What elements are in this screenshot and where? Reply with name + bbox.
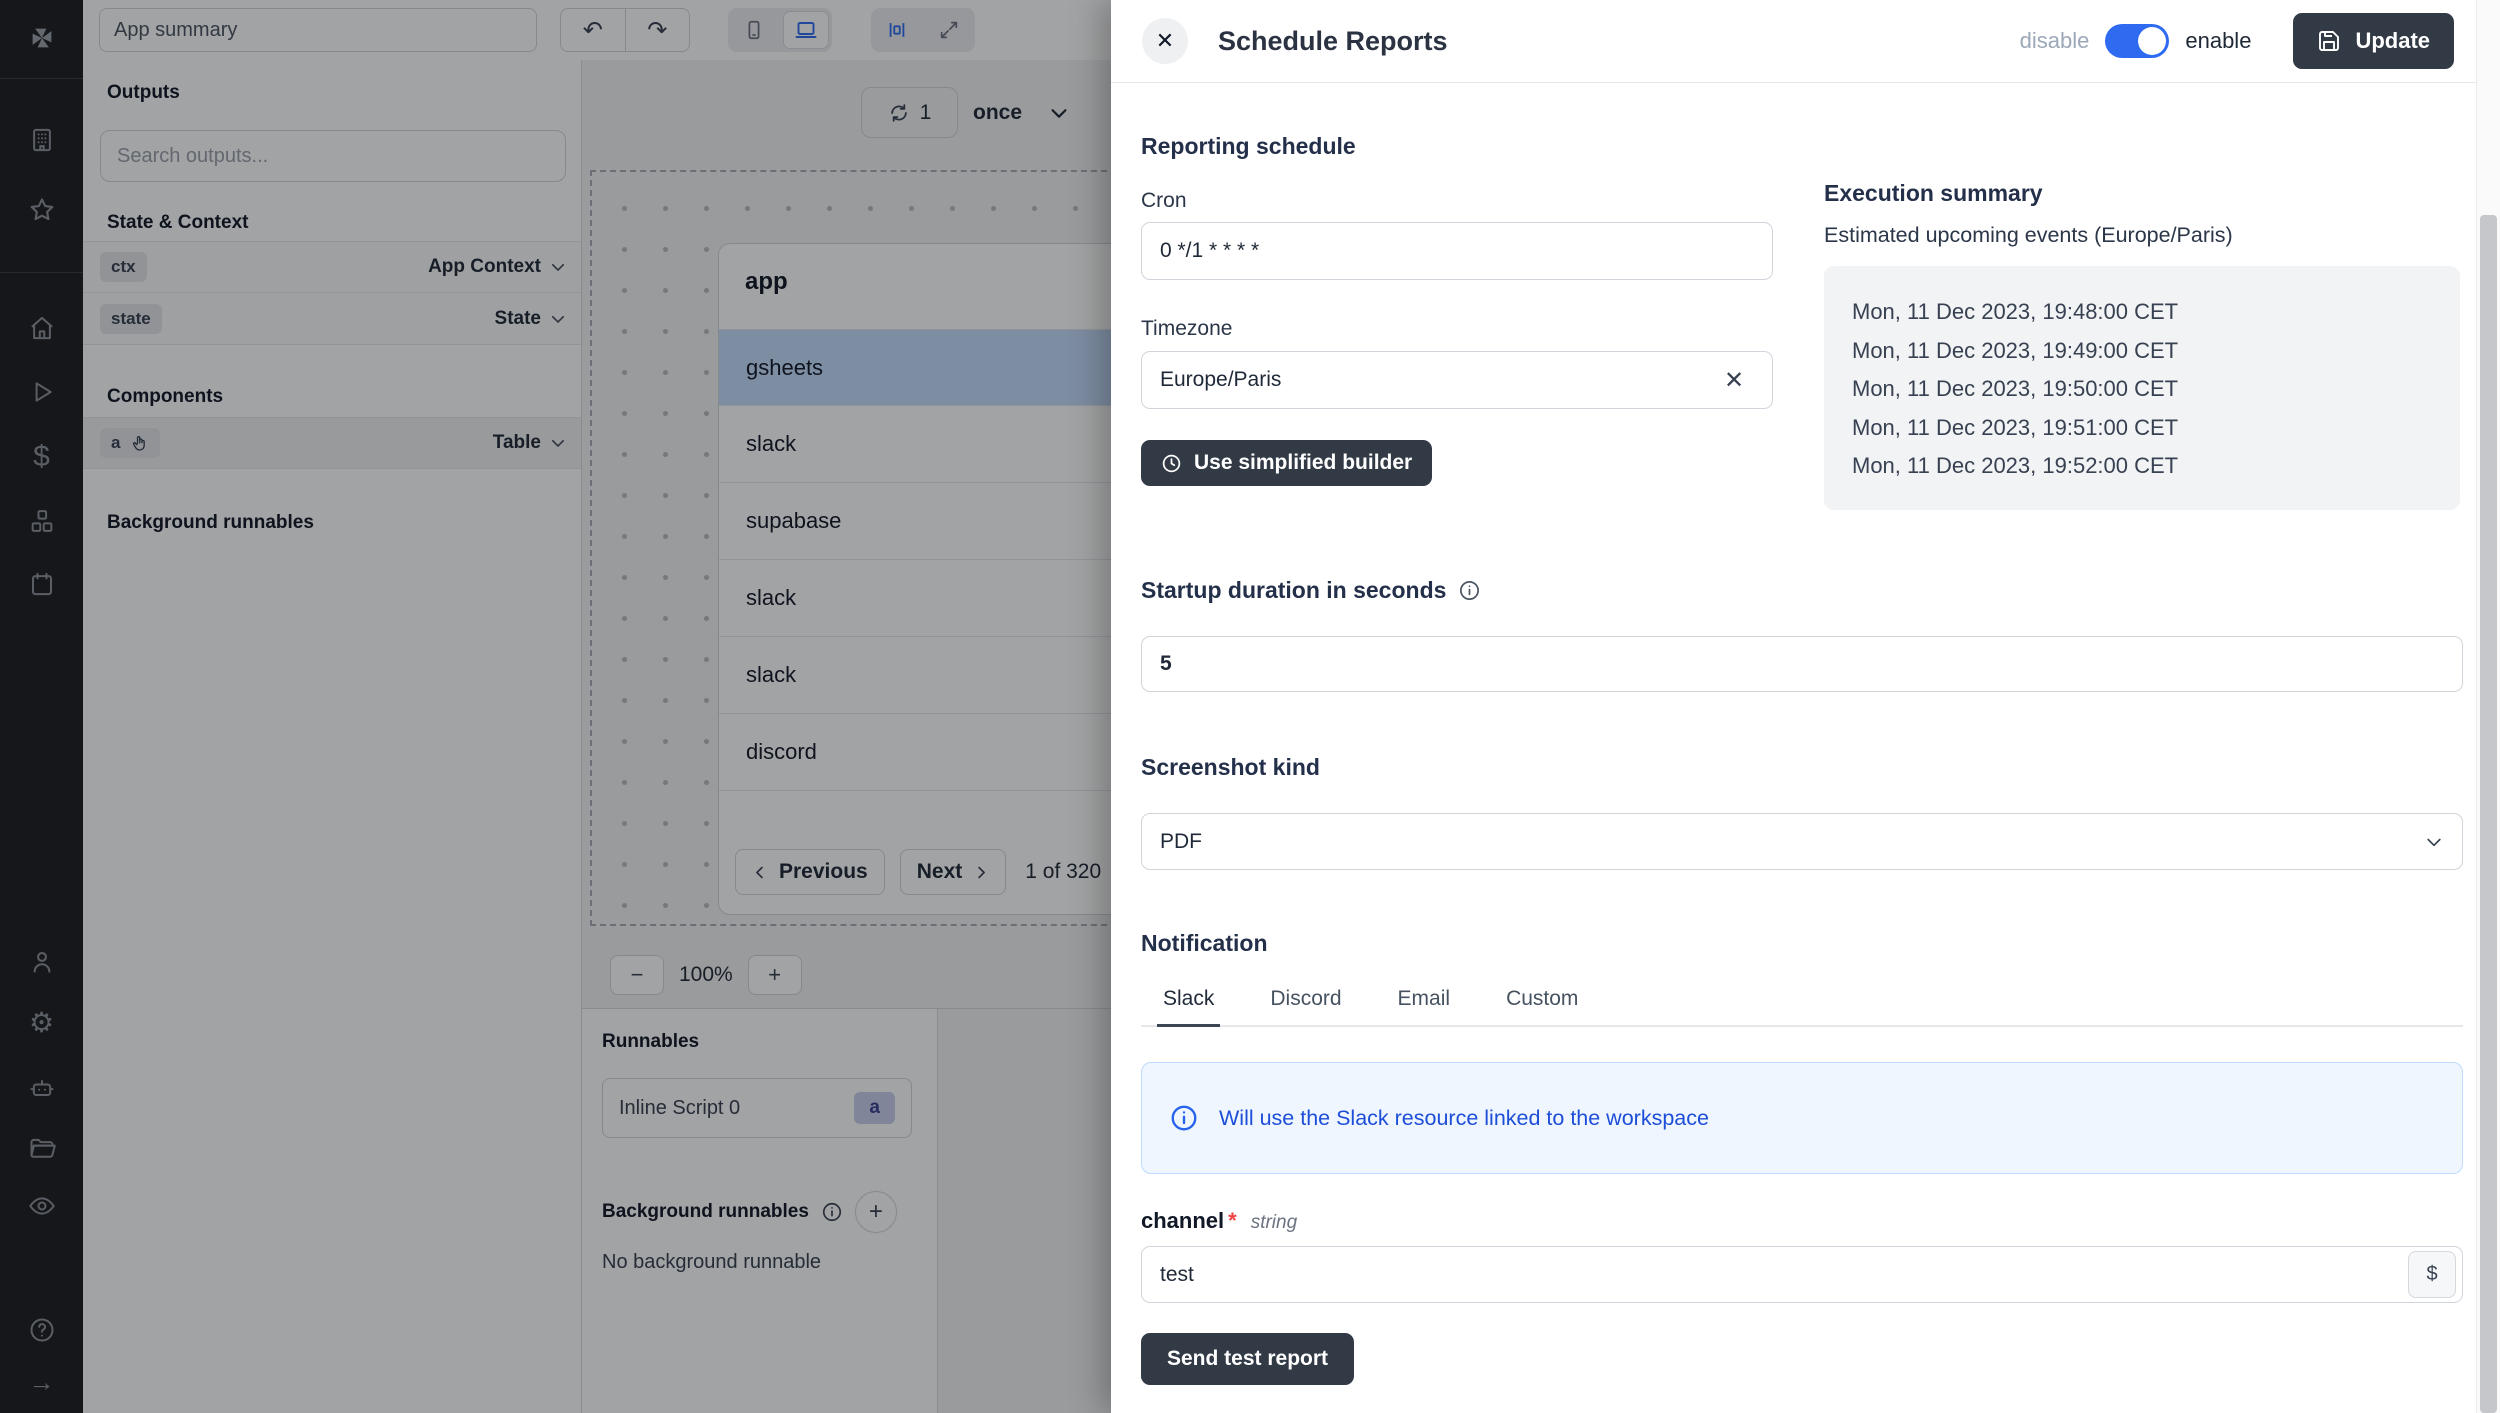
insert-variable-button[interactable]: $ [2408, 1251, 2456, 1298]
toggle-knob [2138, 27, 2166, 55]
info-icon [1169, 1103, 1199, 1133]
modal-dim-overlay[interactable] [0, 0, 1111, 1413]
channel-input-wrap: $ [1141, 1246, 2463, 1303]
send-test-report-label: Send test report [1167, 1347, 1328, 1371]
timezone-input[interactable] [1141, 351, 1773, 409]
clock-icon [1161, 453, 1182, 474]
screenshot-kind-select[interactable]: PDF [1141, 813, 2463, 870]
screenshot-kind-value: PDF [1160, 830, 1202, 854]
required-asterisk: * [1228, 1208, 1237, 1234]
execution-summary-subtitle: Estimated upcoming events (Europe/Paris) [1824, 223, 2233, 248]
notification-tabs: Slack Discord Email Custom [1141, 975, 2463, 1027]
upcoming-events-box: Mon, 11 Dec 2023, 19:48:00 CET Mon, 11 D… [1824, 266, 2460, 510]
notification-title: Notification [1141, 930, 1268, 957]
tab-slack[interactable]: Slack [1157, 987, 1220, 1025]
info-icon[interactable] [1458, 579, 1481, 602]
simplified-builder-label: Use simplified builder [1194, 451, 1412, 475]
schedule-reports-drawer: ✕ Schedule Reports disable enable Update… [1111, 0, 2500, 1413]
event-timestamp: Mon, 11 Dec 2023, 19:48:00 CET [1852, 293, 2432, 332]
startup-duration-label: Startup duration in seconds [1141, 577, 1446, 604]
event-timestamp: Mon, 11 Dec 2023, 19:52:00 CET [1852, 447, 2432, 486]
clear-timezone-icon[interactable]: ✕ [1724, 366, 1744, 395]
update-label: Update [2355, 28, 2430, 54]
send-test-report-button[interactable]: Send test report [1141, 1333, 1354, 1385]
slack-info-banner: Will use the Slack resource linked to th… [1141, 1062, 2463, 1174]
simplified-builder-button[interactable]: Use simplified builder [1141, 440, 1432, 486]
event-timestamp: Mon, 11 Dec 2023, 19:51:00 CET [1852, 409, 2432, 448]
save-icon [2317, 29, 2341, 53]
tab-email[interactable]: Email [1392, 987, 1457, 1025]
channel-field-label-row: channel * string [1141, 1208, 1297, 1234]
chevron-down-icon [2424, 832, 2444, 852]
enable-toggle[interactable] [2105, 24, 2169, 58]
channel-input[interactable] [1141, 1246, 2463, 1303]
cron-input[interactable] [1141, 222, 1773, 280]
slack-info-text: Will use the Slack resource linked to th… [1219, 1106, 1709, 1131]
startup-duration-input[interactable] [1141, 636, 2463, 692]
cron-label: Cron [1141, 189, 1187, 213]
channel-type-label: string [1251, 1212, 1297, 1234]
timezone-label: Timezone [1141, 317, 1232, 341]
update-button[interactable]: Update [2293, 13, 2454, 69]
app-screen: $ ⚙ → ↶ ↷ [0, 0, 2500, 1413]
drawer-header: ✕ Schedule Reports disable enable Update [1111, 0, 2500, 83]
close-button[interactable]: ✕ [1142, 18, 1188, 64]
screenshot-kind-label: Screenshot kind [1141, 754, 1320, 781]
event-timestamp: Mon, 11 Dec 2023, 19:49:00 CET [1852, 332, 2432, 371]
channel-label: channel [1141, 1208, 1224, 1234]
enable-label: enable [2185, 28, 2251, 54]
execution-summary-title: Execution summary [1824, 180, 2043, 207]
scrollbar-thumb[interactable] [2480, 215, 2497, 1413]
tab-discord[interactable]: Discord [1264, 987, 1347, 1025]
reporting-schedule-title: Reporting schedule [1141, 133, 1356, 160]
event-timestamp: Mon, 11 Dec 2023, 19:50:00 CET [1852, 370, 2432, 409]
tab-custom[interactable]: Custom [1500, 987, 1584, 1025]
drawer-scrollbar[interactable] [2476, 0, 2500, 1413]
disable-label: disable [2020, 28, 2090, 54]
close-icon: ✕ [1156, 28, 1174, 54]
drawer-title: Schedule Reports [1218, 26, 1448, 57]
